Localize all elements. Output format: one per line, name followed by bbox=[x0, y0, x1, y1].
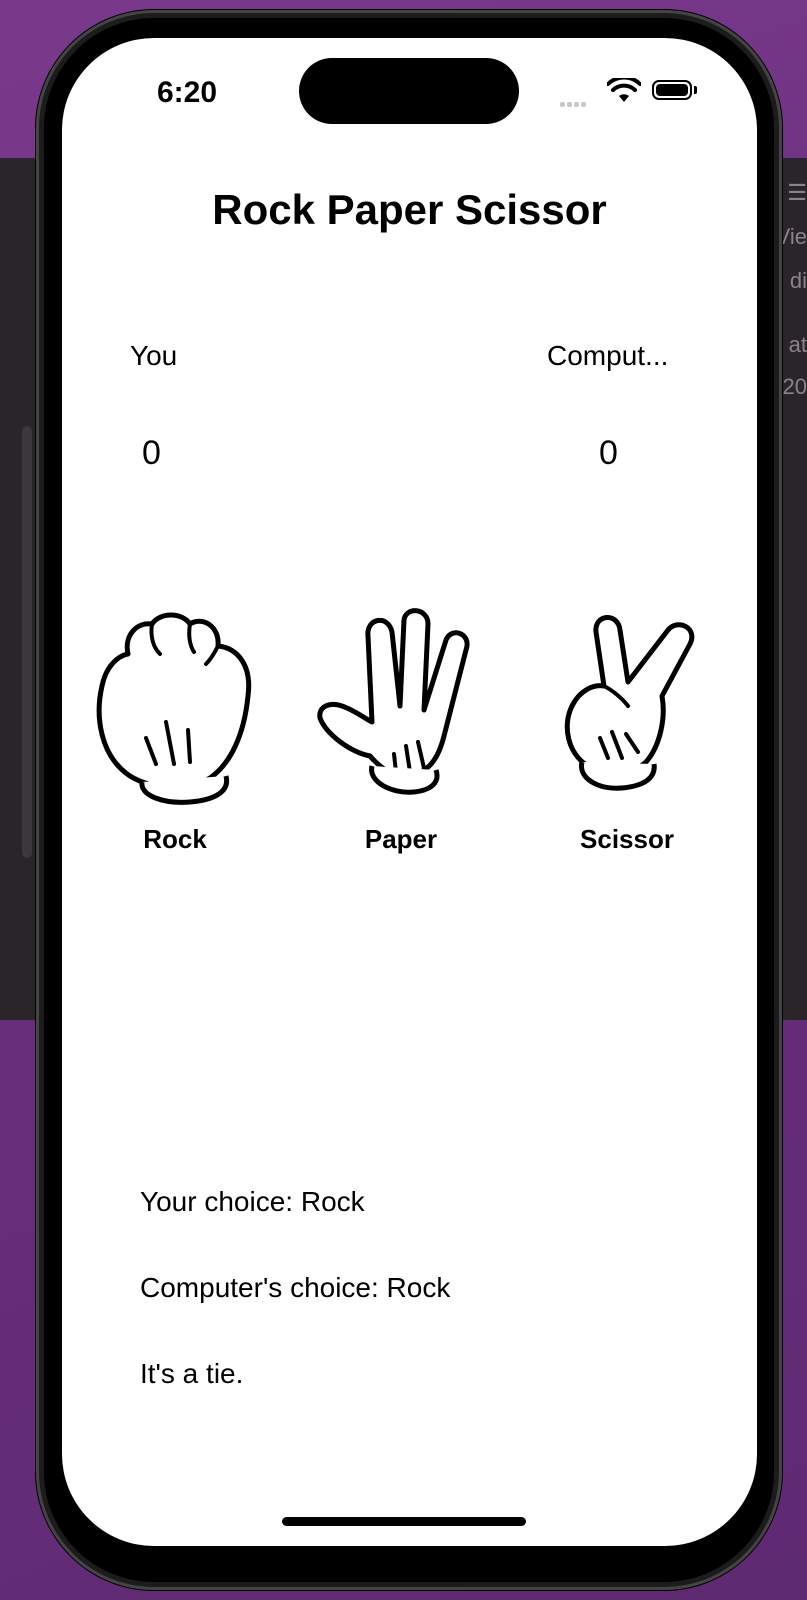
home-indicator[interactable] bbox=[282, 1517, 526, 1526]
cellular-signal-icon bbox=[560, 94, 588, 112]
rock-hand-icon bbox=[96, 612, 252, 805]
background-text: di bbox=[789, 268, 807, 293]
player-computer-score: 0 bbox=[599, 434, 618, 472]
choice-rock-label: Rock bbox=[143, 824, 207, 854]
battery-tip bbox=[694, 86, 697, 94]
your-choice-text: Your choice: Rock bbox=[140, 1186, 365, 1217]
wifi-icon bbox=[607, 78, 641, 102]
player-you-label: You bbox=[130, 340, 178, 371]
battery-icon bbox=[652, 80, 692, 100]
app-title: Rock Paper Scissor bbox=[212, 186, 607, 233]
player-computer-label: Comput... bbox=[547, 340, 669, 371]
dynamic-island bbox=[299, 58, 519, 124]
choice-rock-button[interactable]: Rock bbox=[80, 606, 270, 855]
background-scroll-handle bbox=[22, 426, 32, 858]
choice-paper-label: Paper bbox=[364, 824, 438, 854]
player-you-score: 0 bbox=[142, 434, 161, 472]
background-text: ☰ bbox=[787, 180, 807, 205]
choice-paper-button[interactable]: Paper bbox=[306, 606, 496, 855]
background-text: at bbox=[788, 332, 807, 357]
phone-screen: 6:20 Rock Paper Scissor You Comput... 0 … bbox=[62, 38, 757, 1546]
outcome-text: It's a tie. bbox=[140, 1358, 244, 1389]
background-text: 20 bbox=[782, 374, 807, 399]
choice-scissor-label: Scissor bbox=[580, 824, 674, 854]
status-time: 6:20 bbox=[157, 76, 218, 109]
scissor-hand-icon bbox=[564, 615, 695, 791]
computer-choice-text: Computer's choice: Rock bbox=[140, 1272, 451, 1303]
choice-scissor-button[interactable]: Scissor bbox=[532, 606, 722, 855]
paper-hand-icon bbox=[317, 608, 470, 795]
